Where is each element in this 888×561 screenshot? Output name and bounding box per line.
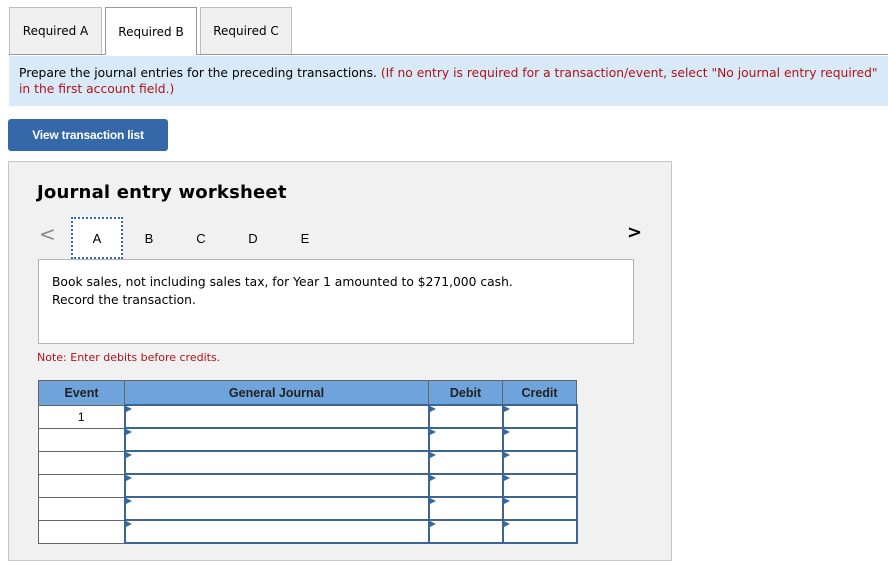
view-transaction-list-button[interactable]: View transaction list (8, 119, 168, 151)
debit-input[interactable] (427, 427, 504, 452)
description-line-2: Record the transaction. (52, 293, 196, 307)
debit-input[interactable] (427, 496, 504, 521)
chevron-left-icon[interactable]: < (39, 222, 56, 246)
table-row (38, 496, 578, 521)
instructions-text: Prepare the journal entries for the prec… (19, 66, 381, 80)
transaction-tab-a[interactable]: A (71, 217, 123, 259)
debit-input[interactable] (427, 450, 504, 475)
event-cell: 1 (38, 404, 125, 429)
account-input[interactable] (123, 473, 430, 498)
debits-note: Note: Enter debits before credits. (37, 351, 221, 364)
debit-input[interactable] (427, 519, 504, 544)
credit-input[interactable] (501, 519, 578, 544)
debit-input[interactable] (427, 404, 504, 429)
credit-input[interactable] (501, 404, 578, 429)
credit-input[interactable] (501, 450, 578, 475)
transaction-tab-b[interactable]: B (123, 217, 175, 259)
credit-input[interactable] (501, 496, 578, 521)
description-line-1: Book sales, not including sales tax, for… (52, 275, 513, 289)
header-general-journal: General Journal (124, 380, 429, 406)
worksheet-title: Journal entry worksheet (37, 182, 287, 203)
transaction-letter-tabs: A B C D E (71, 217, 331, 259)
chevron-right-icon[interactable]: > (627, 222, 642, 243)
header-credit: Credit (502, 380, 577, 406)
journal-entry-worksheet: Journal entry worksheet < A B C D E > Bo… (8, 161, 672, 561)
event-cell (38, 473, 125, 498)
instructions-box: Prepare the journal entries for the prec… (9, 56, 888, 106)
transaction-tab-e[interactable]: E (279, 217, 331, 259)
table-row (38, 427, 578, 452)
table-row (38, 450, 578, 475)
credit-input[interactable] (501, 473, 578, 498)
table-row (38, 473, 578, 498)
tab-required-b[interactable]: Required B (105, 7, 197, 55)
event-cell (38, 496, 125, 521)
header-event: Event (38, 380, 125, 406)
table-row: 1 (38, 404, 578, 429)
table-row (38, 519, 578, 544)
transaction-tab-c[interactable]: C (175, 217, 227, 259)
debit-input[interactable] (427, 473, 504, 498)
account-input[interactable] (123, 450, 430, 475)
account-input[interactable] (123, 427, 430, 452)
event-cell (38, 450, 125, 475)
transaction-tab-d[interactable]: D (227, 217, 279, 259)
credit-input[interactable] (501, 427, 578, 452)
account-input[interactable] (123, 496, 430, 521)
requirement-tabs: Required A Required B Required C (9, 7, 295, 55)
header-debit: Debit (428, 380, 503, 406)
event-cell (38, 427, 125, 452)
tab-required-c[interactable]: Required C (200, 7, 292, 54)
journal-table: Event General Journal Debit Credit 1 (38, 380, 578, 544)
tab-required-a[interactable]: Required A (9, 7, 102, 54)
transaction-description: Book sales, not including sales tax, for… (38, 259, 634, 344)
event-cell (38, 519, 125, 544)
account-input[interactable] (123, 519, 430, 544)
account-input[interactable] (123, 404, 430, 429)
